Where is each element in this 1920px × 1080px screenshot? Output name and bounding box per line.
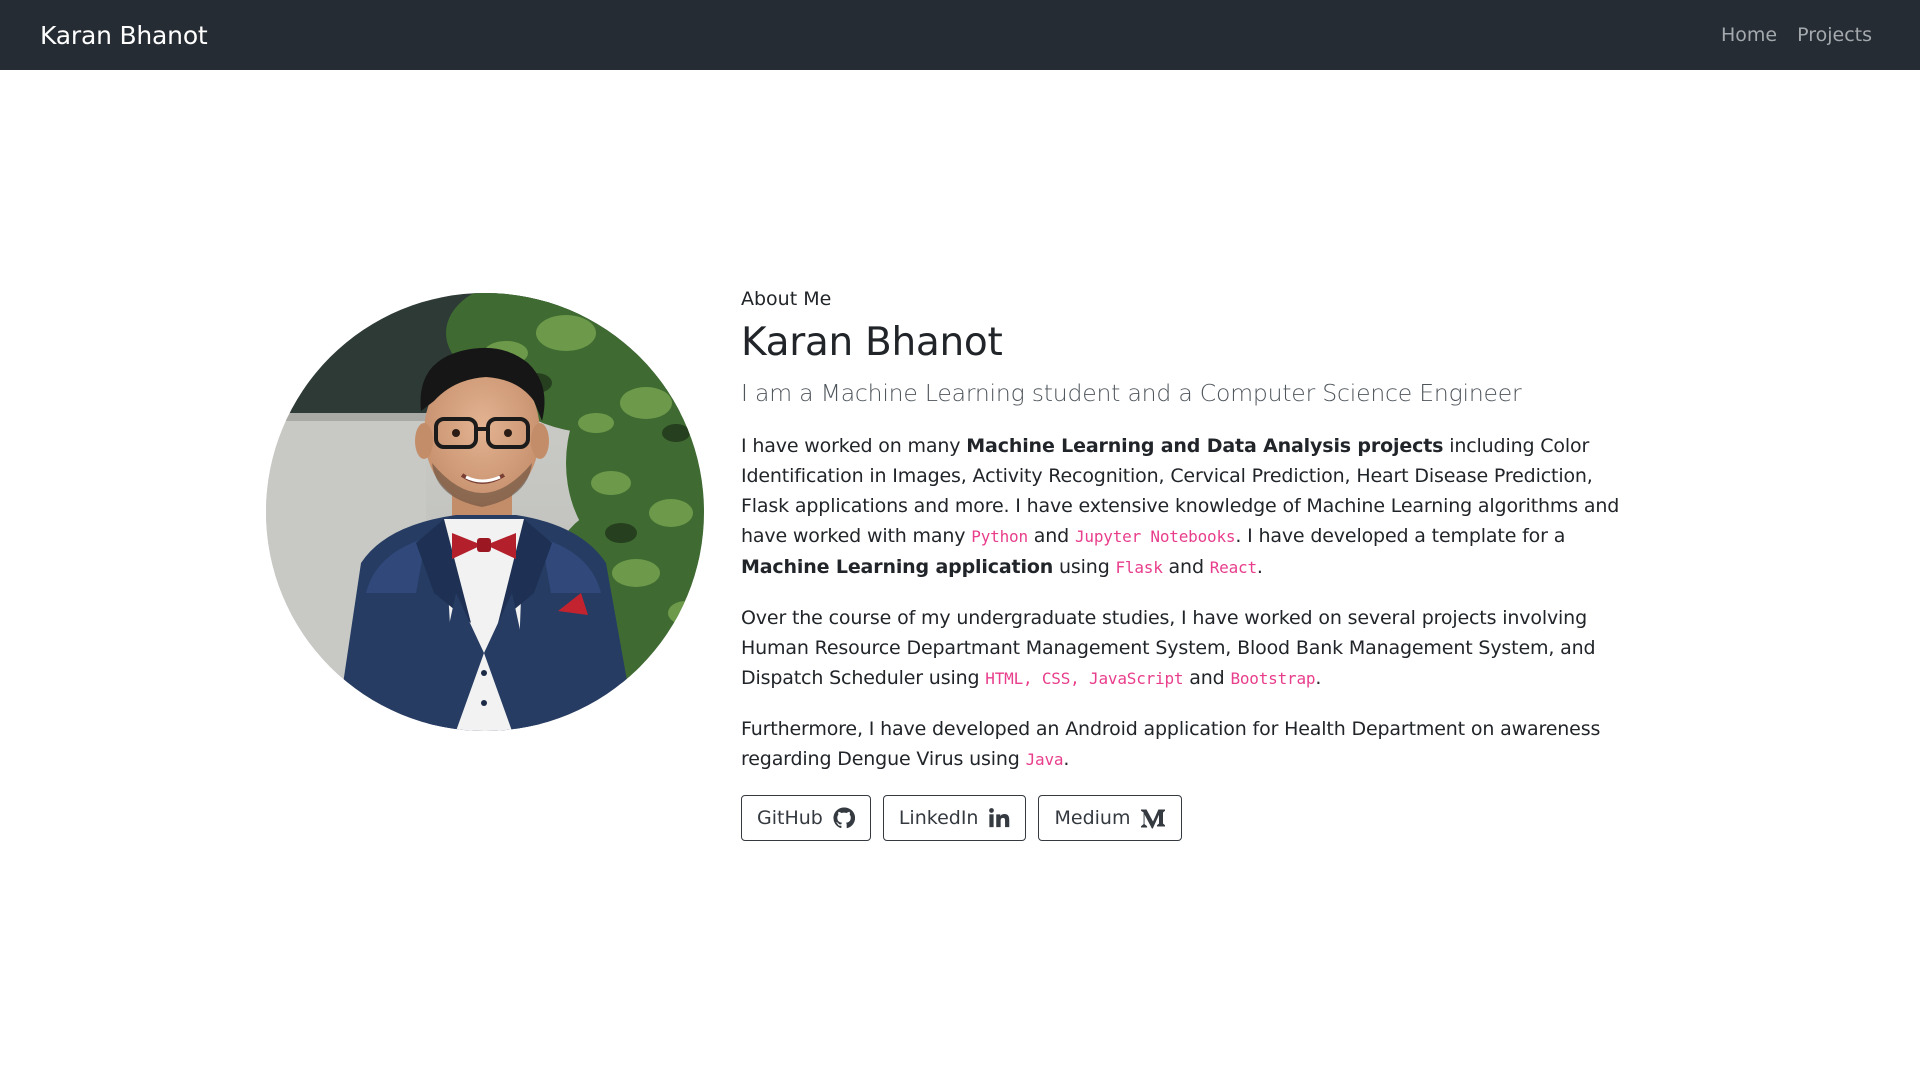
medium-icon: [1141, 809, 1166, 829]
code-java: Java: [1025, 750, 1064, 769]
nav-links: Home Projects: [1721, 24, 1872, 46]
about-paragraph-1: I have worked on many Machine Learning a…: [741, 435, 1620, 578]
github-icon: [833, 807, 855, 829]
bold-ml-application: Machine Learning application: [741, 556, 1054, 578]
medium-button[interactable]: Medium: [1038, 795, 1183, 841]
navbar: Karan Bhanot Home Projects: [0, 0, 1920, 70]
about-paragraph-3: Furthermore, I have developed an Android…: [741, 718, 1601, 770]
code-jupyter: Jupyter Notebooks: [1074, 527, 1236, 546]
github-button-label: GitHub: [757, 807, 823, 829]
linkedin-icon: [989, 808, 1010, 828]
code-html-css-js: HTML, CSS, JavaScript: [985, 669, 1184, 688]
code-flask: Flask: [1115, 558, 1163, 577]
about-section: About Me Karan Bhanot I am a Machine Lea…: [741, 288, 1641, 841]
nav-link-projects[interactable]: Projects: [1797, 24, 1872, 46]
about-paragraph-2: Over the course of my undergraduate stud…: [741, 607, 1596, 689]
profile-photo: [266, 293, 704, 731]
bold-ml-projects: Machine Learning and Data Analysis proje…: [966, 435, 1444, 457]
name-heading: Karan Bhanot: [741, 320, 1003, 365]
linkedin-button-label: LinkedIn: [898, 807, 979, 829]
code-react: React: [1209, 558, 1257, 577]
section-label: About Me: [741, 288, 832, 310]
code-python: Python: [971, 527, 1028, 546]
code-bootstrap: Bootstrap: [1230, 669, 1316, 688]
profile-photo-illustration: [266, 293, 704, 731]
social-buttons: GitHub LinkedIn Medium: [741, 795, 1641, 841]
tagline: I am a Machine Learning student and a Co…: [741, 379, 1522, 407]
medium-button-label: Medium: [1054, 807, 1131, 829]
linkedin-button[interactable]: LinkedIn: [882, 795, 1027, 841]
navbar-brand[interactable]: Karan Bhanot: [40, 21, 208, 50]
nav-link-home[interactable]: Home: [1721, 24, 1777, 46]
github-button[interactable]: GitHub: [741, 795, 871, 841]
